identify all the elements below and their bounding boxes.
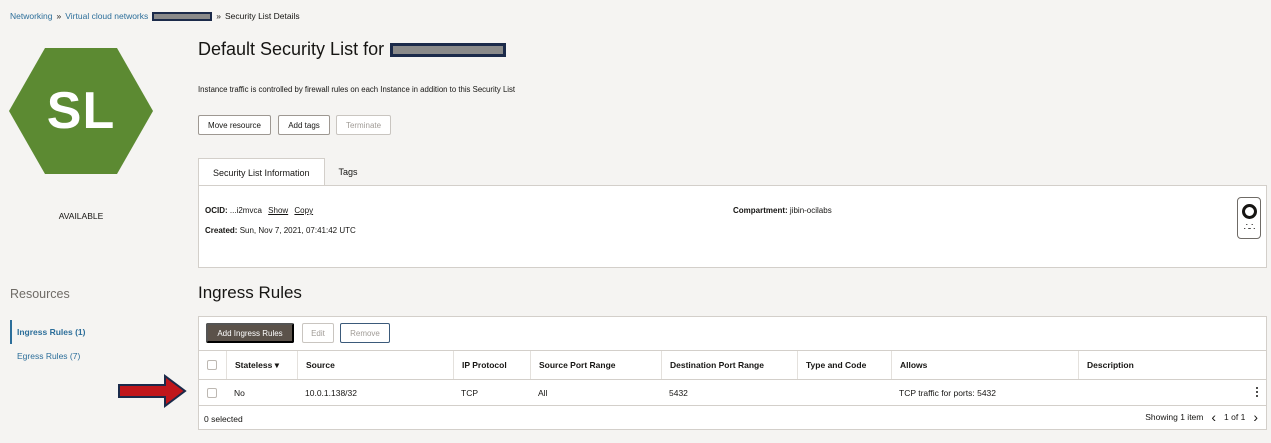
created-value: Sun, Nov 7, 2021, 07:41:42 UTC (239, 226, 356, 235)
sidebar-item-ingress-rules[interactable]: Ingress Rules (1) (10, 320, 180, 344)
remove-button[interactable]: Remove (340, 323, 390, 343)
cell-destination-port-range: 5432 (669, 388, 688, 398)
header-type-and-code: Type and Code (797, 351, 891, 379)
cell-source: 10.0.1.138/32 (305, 388, 357, 398)
title-redacted-name (390, 42, 507, 57)
move-resource-button[interactable]: Move resource (198, 115, 271, 135)
header-source: Source (297, 351, 453, 379)
cell-type-and-code (797, 380, 805, 406)
ocid-show-link[interactable]: Show (268, 206, 288, 215)
ingress-rules-heading: Ingress Rules (198, 283, 302, 302)
ocid-value: ...i2mvca (229, 206, 262, 215)
page-title-text: Default Security List for (198, 39, 385, 59)
table-footer: 0 selected Showing 1 item ‹ 1 of 1 › (199, 406, 1266, 430)
breadcrumb-current: Security List Details (225, 11, 300, 21)
hexagon-label: SL (46, 82, 116, 140)
status-label: AVAILABLE (58, 211, 104, 221)
add-tags-button[interactable]: Add tags (278, 115, 330, 135)
row-select[interactable] (199, 380, 226, 406)
terminate-button[interactable]: Terminate (336, 115, 391, 135)
grid-dots-icon: ∴∴ (1243, 222, 1256, 234)
compartment-row: Compartment: jibin-ocilabs (733, 206, 832, 215)
compartment-value: jibin-ocilabs (789, 206, 832, 215)
header-allows: Allows (891, 351, 1078, 379)
header-source-port-range: Source Port Range (530, 351, 661, 379)
cell-stateless: No (234, 388, 245, 398)
pagination: Showing 1 item ‹ 1 of 1 › (1145, 410, 1258, 424)
created-label: Created: (205, 226, 238, 235)
page-title: Default Security List for (198, 39, 507, 60)
header-select-all[interactable] (199, 351, 226, 379)
details-tabs: Security List Information Tags (198, 158, 372, 186)
cell-source-port-range: All (538, 388, 548, 398)
table-header: Stateless ▾ Source IP Protocol Source Po… (199, 350, 1266, 380)
showing-count: Showing 1 item (1145, 412, 1204, 422)
row-checkbox[interactable] (207, 388, 217, 398)
lifebuoy-ring-icon (1241, 203, 1257, 219)
ocid-label: OCID: (205, 206, 228, 215)
table-row: No 10.0.1.138/32 TCP All 5432 TCP traffi… (199, 380, 1266, 406)
header-stateless[interactable]: Stateless ▾ (226, 351, 297, 379)
select-all-checkbox[interactable] (207, 360, 217, 370)
hexagon-sl-icon: SL (9, 48, 153, 174)
breadcrumb-separator: » (216, 11, 221, 21)
edit-button[interactable]: Edit (302, 323, 334, 343)
table-toolbar: Add Ingress Rules Edit Remove (199, 317, 1266, 350)
header-description: Description (1078, 351, 1266, 379)
cell-allows: TCP traffic for ports: 5432 (899, 388, 997, 398)
header-ip-protocol: IP Protocol (453, 351, 530, 379)
header-destination-port-range: Destination Port Range (661, 351, 797, 379)
compartment-label: Compartment: (733, 206, 788, 215)
lifebuoy-icon[interactable]: ∴∴ (1237, 197, 1261, 239)
tab-security-list-information[interactable]: Security List Information (198, 158, 325, 186)
ocid-row: OCID: ...i2mvca Show Copy (205, 206, 313, 215)
selected-count: 0 selected (204, 414, 243, 424)
created-row: Created: Sun, Nov 7, 2021, 07:41:42 UTC (205, 226, 356, 235)
resources-heading: Resources (10, 287, 70, 301)
ingress-rules-table: Add Ingress Rules Edit Remove Stateless … (198, 316, 1267, 430)
chevron-right-icon[interactable]: › (1253, 410, 1258, 424)
page-indicator: 1 of 1 (1224, 412, 1246, 422)
cell-ip-protocol: TCP (461, 388, 478, 398)
sidebar-item-egress-rules[interactable]: Egress Rules (7) (17, 351, 80, 361)
tab-tags[interactable]: Tags (325, 158, 372, 186)
red-arrow-annotation (118, 374, 187, 408)
ocid-copy-link[interactable]: Copy (294, 206, 313, 215)
add-ingress-rules-button[interactable]: Add Ingress Rules (206, 323, 294, 343)
info-panel: OCID: ...i2mvca Show Copy Created: Sun, … (198, 185, 1267, 268)
cell-description (1078, 380, 1086, 406)
chevron-left-icon[interactable]: ‹ (1211, 410, 1216, 424)
kebab-menu-icon[interactable] (1256, 386, 1258, 398)
page-description: Instance traffic is controlled by firewa… (198, 85, 516, 94)
